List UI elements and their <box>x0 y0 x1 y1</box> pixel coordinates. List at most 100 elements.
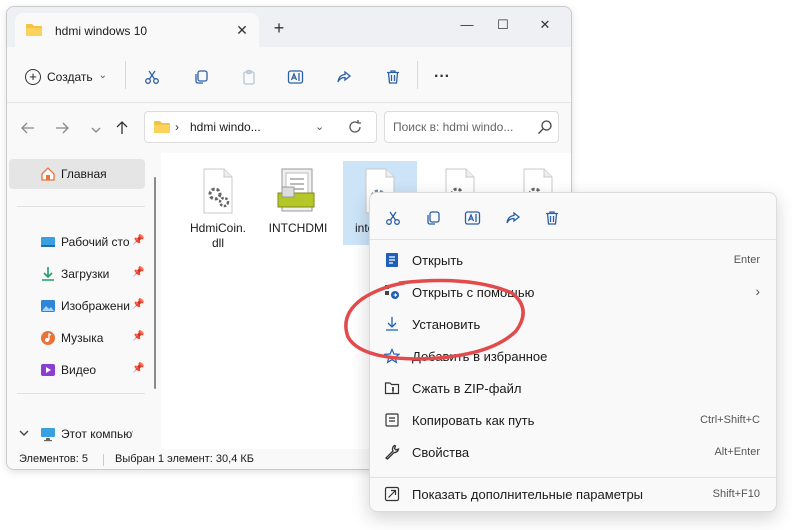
copy-icon[interactable] <box>190 67 212 87</box>
search-icon[interactable] <box>537 119 553 138</box>
sidebar-item-label: Видео <box>61 363 97 377</box>
share-icon[interactable] <box>333 67 355 87</box>
menu-item-label: Показать дополнительные параметры <box>412 487 644 502</box>
refresh-icon[interactable] <box>347 119 363 138</box>
context-menu: Открыть Enter Открыть с помощью › Устано… <box>369 192 777 512</box>
address-bar[interactable]: › hdmi windo... ⌄ <box>144 111 377 143</box>
sidebar-item-desktop[interactable]: Рабочий сто 📌 <box>7 227 155 257</box>
music-icon <box>40 330 56 346</box>
pictures-icon <box>40 298 56 314</box>
rename-icon[interactable] <box>285 67 307 87</box>
breadcrumb-chevron-icon: › <box>175 120 179 134</box>
folder-icon <box>153 120 171 137</box>
new-tab-button[interactable]: + <box>269 19 289 39</box>
home-icon <box>40 166 56 182</box>
menu-item-label: Установить <box>412 317 481 332</box>
video-icon <box>40 362 56 378</box>
file-item[interactable]: INTCHDMI <box>261 167 335 236</box>
item-count: Элементов: 5 <box>19 453 88 465</box>
rename-icon[interactable] <box>462 207 484 229</box>
menu-item-install[interactable]: Установить <box>376 309 772 339</box>
menu-item-copy-as-path[interactable]: Копировать как путь Ctrl+Shift+C <box>376 405 772 435</box>
search-box[interactable]: Поиск в: hdmi windo... <box>384 111 559 143</box>
sidebar-item-this-pc[interactable]: Этот компьюте <box>7 419 155 449</box>
submenu-chevron-icon: › <box>755 283 760 299</box>
open-with-icon <box>384 284 400 300</box>
address-dropdown-icon[interactable]: ⌄ <box>315 120 324 133</box>
breadcrumb-path[interactable]: hdmi windo... <box>190 120 261 134</box>
copy-icon[interactable] <box>422 207 444 229</box>
pin-icon: 📌 <box>132 363 145 374</box>
pin-icon: 📌 <box>132 267 145 278</box>
pin-icon: 📌 <box>132 235 145 246</box>
more-options-button[interactable]: ··· <box>431 67 453 87</box>
share-icon[interactable] <box>502 207 524 229</box>
menu-item-add-to-favorites[interactable]: Добавить в избранное <box>376 341 772 371</box>
cut-icon[interactable] <box>141 67 163 87</box>
menu-item-label: Открыть <box>412 253 464 268</box>
sidebar-divider <box>17 393 145 394</box>
up-arrow-icon[interactable] <box>113 121 131 137</box>
menu-item-label: Открыть с помощью <box>412 285 535 300</box>
copy-path-icon <box>384 412 400 428</box>
back-arrow-icon[interactable] <box>19 121 37 137</box>
forward-arrow-icon[interactable] <box>53 121 71 137</box>
tab-hdmi-windows-10[interactable]: hdmi windows 10 ✕ <box>15 13 259 47</box>
dll-file-icon <box>198 168 238 218</box>
menu-item-shortcut: Alt+Enter <box>714 446 760 458</box>
recent-chevron-icon[interactable] <box>87 121 105 137</box>
cut-icon[interactable] <box>382 207 404 229</box>
status-divider <box>103 454 104 466</box>
delete-icon[interactable] <box>541 207 563 229</box>
menu-item-properties[interactable]: Свойства Alt+Enter <box>376 437 772 467</box>
title-bar: hdmi windows 10 ✕ + — ☐ ✕ <box>7 7 571 47</box>
zip-folder-icon <box>384 380 400 396</box>
navigation-pane: Главная Рабочий сто 📌 Загрузки 📌 Изображ… <box>7 153 157 449</box>
desktop-icon <box>40 234 56 250</box>
sidebar-item-label: Музыка <box>61 331 104 345</box>
file-item[interactable]: HdmiCoin. dll <box>181 167 255 251</box>
menu-item-label: Свойства <box>412 445 470 460</box>
create-label: Создать <box>47 70 93 84</box>
menu-item-label: Копировать как путь <box>412 413 535 428</box>
menu-item-compress-zip[interactable]: Сжать в ZIP-файл <box>376 373 772 403</box>
maximize-button[interactable]: ☐ <box>491 15 515 35</box>
delete-icon[interactable] <box>382 67 404 87</box>
sidebar-item-label: Изображени <box>61 299 130 313</box>
install-icon <box>384 316 400 332</box>
cat-file-icon <box>272 168 324 218</box>
menu-item-shortcut: Shift+F10 <box>712 488 760 500</box>
navigation-bar: › hdmi windo... ⌄ Поиск в: hdmi windo... <box>7 103 571 153</box>
create-button[interactable]: + Создать ⌄ <box>25 66 107 88</box>
minimize-button[interactable]: — <box>455 15 479 35</box>
menu-item-label: Сжать в ZIP-файл <box>412 381 522 396</box>
sidebar-item-pictures[interactable]: Изображени 📌 <box>7 291 155 321</box>
menu-item-open-with[interactable]: Открыть с помощью › <box>376 277 772 307</box>
folder-icon <box>25 23 43 40</box>
menu-item-shortcut: Ctrl+Shift+C <box>700 414 760 426</box>
sidebar-item-music[interactable]: Музыка 📌 <box>7 323 155 353</box>
sidebar-item-video[interactable]: Видео 📌 <box>7 355 155 385</box>
plus-icon: + <box>25 69 41 85</box>
menu-item-show-more-options[interactable]: Показать дополнительные параметры Shift+… <box>376 479 772 509</box>
menu-divider <box>370 477 776 478</box>
selection-info: Выбран 1 элемент: 30,4 КБ <box>115 453 254 465</box>
menu-item-open[interactable]: Открыть Enter <box>376 245 772 275</box>
star-icon <box>383 348 401 364</box>
sidebar-item-downloads[interactable]: Загрузки 📌 <box>7 259 155 289</box>
file-name: INTCHDMI <box>268 221 328 235</box>
close-window-button[interactable]: ✕ <box>533 15 557 35</box>
open-icon <box>384 252 400 268</box>
menu-item-label: Добавить в избранное <box>412 349 548 364</box>
sidebar-item-home[interactable]: Главная <box>9 159 145 189</box>
pin-icon: 📌 <box>132 331 145 342</box>
menu-item-shortcut: Enter <box>733 254 760 266</box>
computer-icon <box>40 426 56 442</box>
more-options-icon <box>384 486 400 502</box>
sidebar-scrollbar[interactable] <box>154 177 156 389</box>
download-icon <box>40 266 56 282</box>
wrench-icon <box>384 444 400 460</box>
tab-close-icon[interactable]: ✕ <box>234 22 250 38</box>
command-bar: + Создать ⌄ ··· <box>7 47 571 103</box>
paste-icon[interactable] <box>238 67 260 87</box>
